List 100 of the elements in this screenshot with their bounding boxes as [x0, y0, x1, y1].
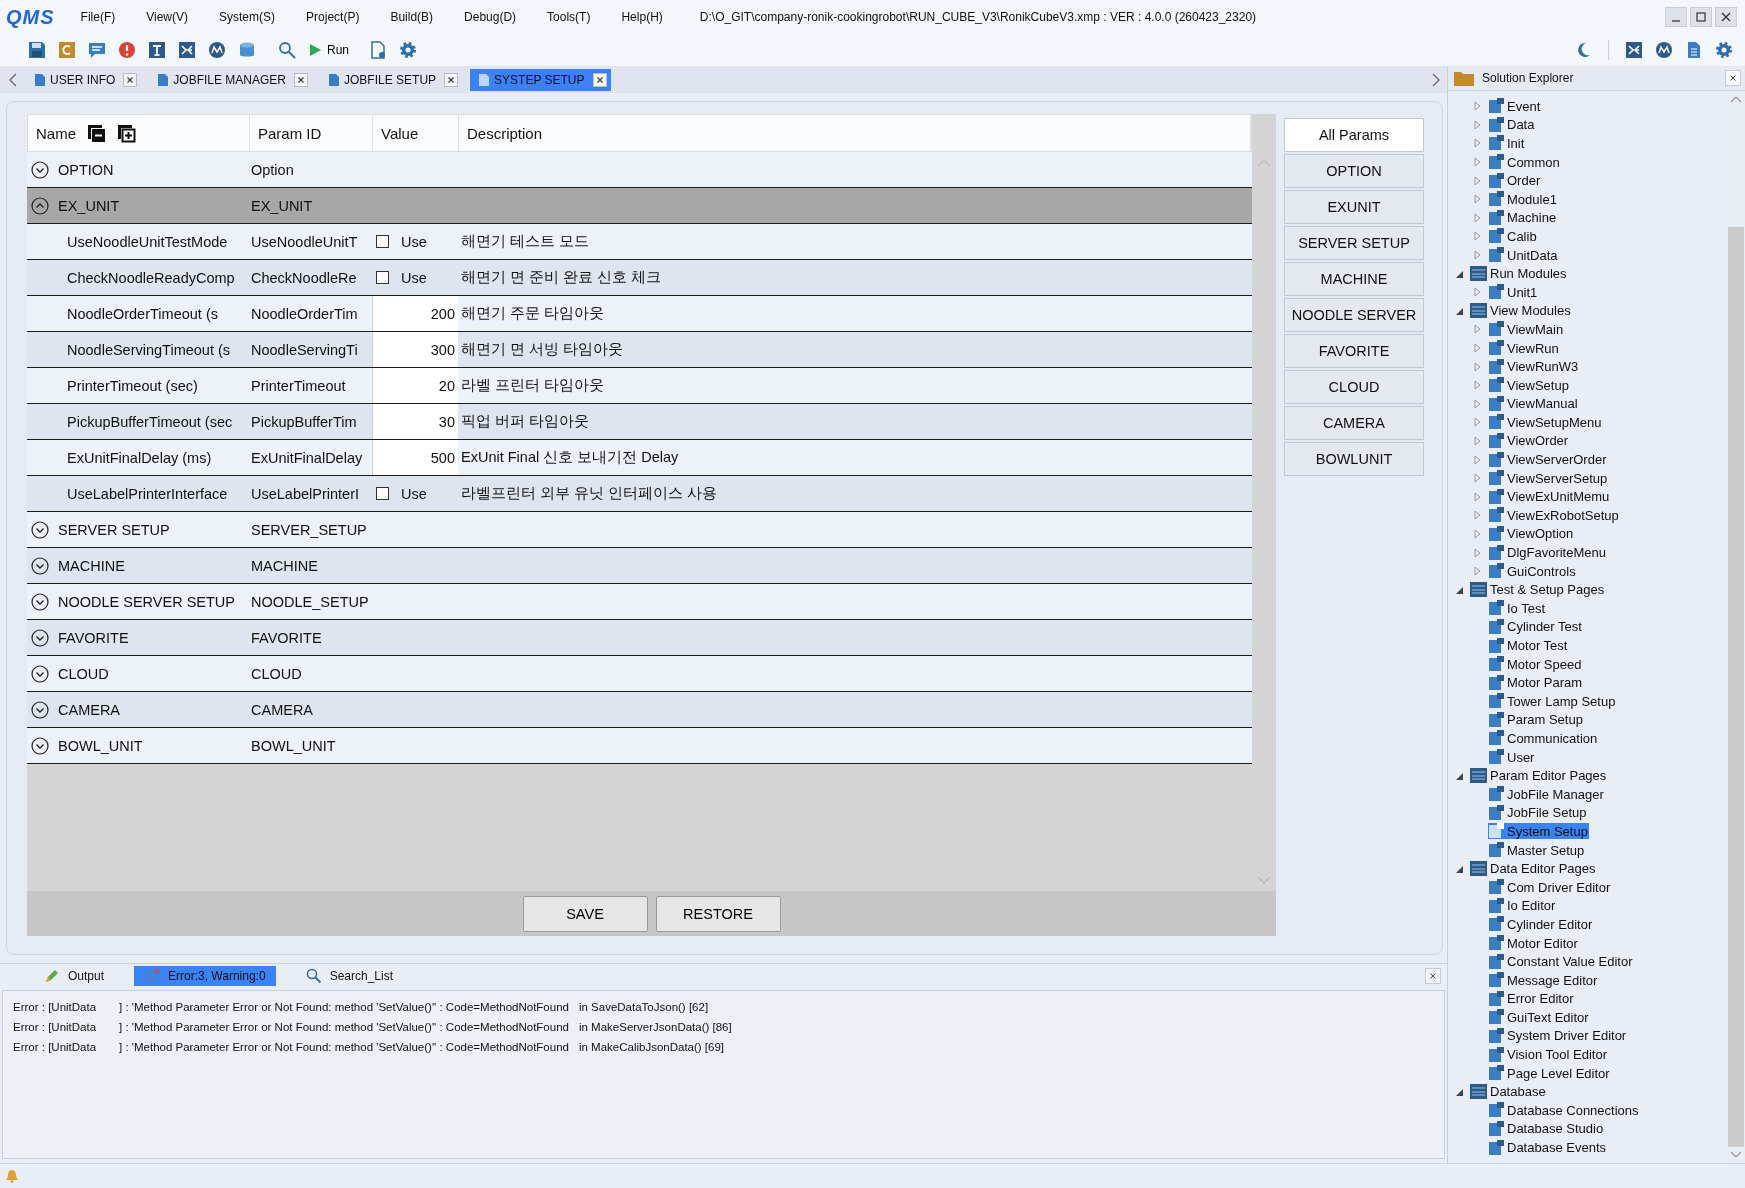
document-icon[interactable] — [1685, 41, 1703, 59]
checkbox[interactable] — [376, 271, 389, 284]
tree-item[interactable]: Constant Value Editor — [1488, 953, 1634, 970]
group-row[interactable]: SERVER SETUP SERVER_SETUP — [27, 512, 1252, 548]
tree-item[interactable]: Database Studio — [1488, 1120, 1605, 1137]
tree-item[interactable]: Master Setup — [1488, 842, 1586, 859]
tree-item[interactable]: Init — [1488, 135, 1526, 152]
category-button[interactable]: NOODLE SERVER — [1284, 298, 1424, 332]
tree-item[interactable]: ViewRun — [1488, 340, 1560, 356]
group-row[interactable]: CAMERA CAMERA — [27, 692, 1252, 728]
tree-item[interactable]: Unit1 — [1488, 284, 1539, 301]
minimize-button[interactable] — [1665, 7, 1687, 27]
document-tab[interactable]: SYSTEP SETUP — [470, 68, 611, 91]
tree-item[interactable]: Data — [1488, 116, 1536, 133]
constant-icon[interactable] — [58, 41, 76, 59]
value-field[interactable]: 20 — [372, 368, 458, 403]
close-icon[interactable] — [1425, 968, 1441, 984]
chevron-left-icon[interactable] — [8, 72, 18, 87]
output-tab[interactable]: Error:3, Warning:0 — [134, 966, 276, 986]
category-button[interactable]: FAVORITE — [1284, 334, 1424, 368]
tree-item[interactable]: ViewOrder — [1488, 433, 1570, 449]
tree-item[interactable]: User — [1488, 749, 1536, 766]
expand-toggle-icon[interactable] — [31, 196, 49, 215]
chevron-right-icon[interactable] — [1431, 72, 1441, 87]
tree-item[interactable]: Cylinder Editor — [1488, 916, 1594, 933]
error-icon[interactable] — [118, 41, 136, 59]
run-button[interactable]: Run — [308, 43, 349, 57]
expand-toggle-icon[interactable] — [31, 592, 49, 611]
group-row[interactable]: FAVORITE FAVORITE — [27, 620, 1252, 656]
tree-item[interactable]: ViewMain — [1488, 321, 1565, 338]
close-icon[interactable] — [444, 72, 459, 87]
tree-item[interactable]: Param Setup — [1488, 711, 1584, 728]
close-button[interactable] — [1715, 7, 1737, 27]
value-field[interactable]: 200 — [372, 296, 458, 331]
value-field[interactable]: 500 — [372, 440, 458, 475]
tree-item[interactable]: Data Editor Pages — [1470, 861, 1597, 877]
tree-item[interactable]: Communication — [1488, 730, 1599, 747]
tree-item[interactable]: ViewRunW3 — [1488, 358, 1580, 375]
close-icon[interactable] — [1725, 70, 1741, 86]
menu-item[interactable]: System(S) — [219, 10, 276, 24]
expand-toggle-icon[interactable] — [31, 160, 49, 179]
tree-item[interactable]: Io Test — [1488, 600, 1547, 617]
save-button[interactable]: SAVE — [522, 895, 648, 932]
tree-item[interactable]: Run Modules — [1470, 266, 1568, 282]
expand-toggle-icon[interactable] — [31, 520, 49, 539]
document-icon[interactable] — [369, 41, 387, 59]
expand-toggle-icon[interactable] — [31, 700, 49, 719]
tree-item[interactable]: ViewManual — [1488, 395, 1579, 412]
menu-item[interactable]: Tools(T) — [547, 10, 591, 24]
group-row[interactable]: NOODLE SERVER SETUP NOODLE_SETUP — [27, 584, 1252, 620]
group-row[interactable]: MACHINE MACHINE — [27, 548, 1252, 584]
value-field[interactable]: 300 — [372, 332, 458, 367]
database-icon[interactable] — [238, 41, 256, 59]
document-tab[interactable]: JOBFILE SETUP — [320, 68, 463, 91]
tree-item[interactable]: UnitData — [1488, 247, 1559, 264]
tree-item[interactable]: Io Editor — [1488, 897, 1557, 914]
tree-item[interactable]: Message Editor — [1488, 972, 1599, 989]
menu-item[interactable]: View(V) — [146, 10, 189, 24]
tree-item[interactable]: Motor Test — [1488, 637, 1569, 654]
tree-item[interactable]: ViewServerSetup — [1488, 470, 1609, 487]
menu-item[interactable]: Build(B) — [390, 10, 434, 24]
tree-item[interactable]: Param Editor Pages — [1470, 768, 1608, 784]
tree-item[interactable]: ViewSetup — [1488, 377, 1570, 394]
settings-icon[interactable] — [399, 41, 417, 59]
tree-item[interactable]: ViewServerOrder — [1488, 451, 1608, 468]
tree-item[interactable]: ViewExUnitMemu — [1488, 488, 1611, 505]
category-button[interactable]: MACHINE — [1284, 262, 1424, 296]
tree-item[interactable]: GuiText Editor — [1488, 1009, 1590, 1026]
tree-item[interactable]: Tower Lamp Setup — [1488, 693, 1617, 710]
tree-item[interactable]: ViewSetupMenu — [1488, 414, 1603, 431]
text-icon[interactable] — [148, 41, 166, 59]
message-icon[interactable] — [88, 41, 106, 59]
io-icon[interactable] — [1625, 41, 1643, 59]
tree-item[interactable]: Database Events — [1488, 1139, 1607, 1156]
expand-toggle-icon[interactable] — [31, 628, 49, 647]
tree-item[interactable]: ViewExRobotSetup — [1488, 507, 1620, 524]
tree-item[interactable]: Page Level Editor — [1488, 1065, 1611, 1082]
scroll-down-icon[interactable] — [1730, 1151, 1742, 1159]
motor-icon[interactable] — [208, 41, 226, 59]
category-button[interactable]: SERVER SETUP — [1284, 226, 1424, 260]
collapse-all-icon[interactable] — [86, 123, 106, 143]
tree-item[interactable]: Error Editor — [1488, 990, 1575, 1007]
category-button[interactable]: BOWLUNIT — [1284, 442, 1424, 476]
close-icon[interactable] — [294, 72, 309, 87]
expand-all-icon[interactable] — [116, 123, 136, 143]
menu-item[interactable]: Debug(D) — [464, 10, 517, 24]
menu-item[interactable]: File(F) — [80, 10, 116, 24]
motor-icon[interactable] — [1655, 41, 1673, 59]
menu-item[interactable]: Help(H) — [621, 10, 663, 24]
document-tab[interactable]: JOBFILE MANAGER — [149, 68, 313, 91]
tree-item[interactable]: Com Driver Editor — [1488, 879, 1612, 896]
search-icon[interactable] — [278, 41, 296, 59]
tree-item[interactable]: Test & Setup Pages — [1470, 582, 1606, 598]
close-icon[interactable] — [123, 72, 138, 87]
tree-item[interactable]: Event — [1488, 98, 1542, 115]
group-row[interactable]: CLOUD CLOUD — [27, 656, 1252, 692]
tree-item[interactable]: Common — [1488, 154, 1561, 171]
value-field[interactable]: 30 — [372, 404, 458, 439]
tree-item[interactable]: Vision Tool Editor — [1488, 1046, 1608, 1063]
category-button[interactable]: All Params — [1284, 118, 1424, 152]
